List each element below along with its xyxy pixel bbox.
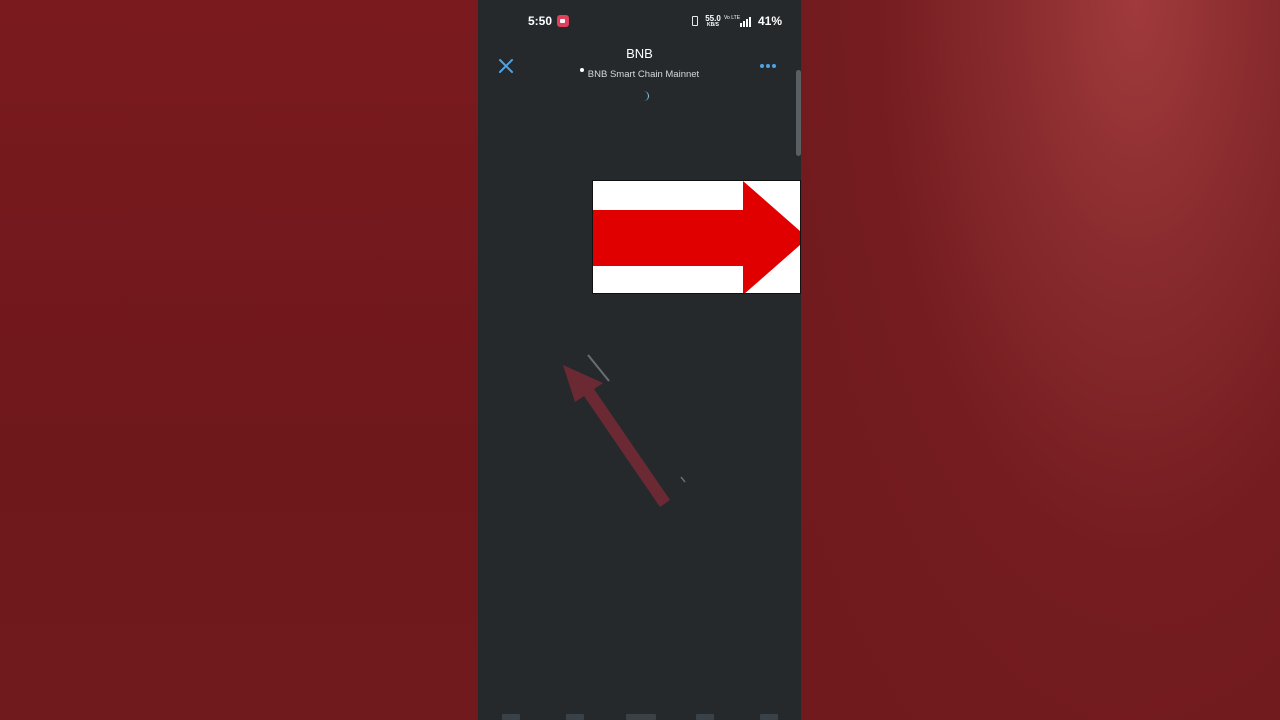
phone-screen: 5:50 55.0 KB/S Vo LTE 41% BNB BNB Smart …	[478, 0, 801, 720]
scrollbar[interactable]	[796, 70, 801, 156]
page-title: BNB	[626, 46, 653, 61]
pointer-arrow-icon	[563, 354, 686, 507]
browser-header: BNB BNB Smart Chain Mainnet	[478, 42, 801, 92]
network-speed: 55.0 KB/S	[704, 15, 722, 29]
loading-spinner	[644, 91, 649, 101]
more-icon	[760, 64, 776, 68]
status-bar: 5:50 55.0 KB/S Vo LTE 41%	[478, 0, 801, 42]
signal-icon	[740, 15, 754, 27]
volte-label: Vo LTE	[724, 15, 741, 21]
video-background-left	[0, 0, 478, 720]
status-time: 5:50	[528, 14, 553, 28]
vibrate-icon	[692, 16, 698, 26]
red-arrow-overlay	[592, 180, 801, 294]
video-background-right	[801, 0, 1280, 720]
network-status-dot	[579, 68, 584, 72]
network-indicator[interactable]: BNB Smart Chain Mainnet	[478, 68, 801, 80]
battery-percent: 41%	[758, 14, 783, 28]
right-arrow-icon	[593, 181, 800, 293]
more-options-button[interactable]	[758, 56, 778, 76]
network-speed-unit: KB/S	[707, 22, 719, 28]
bottom-navigation	[478, 712, 801, 720]
network-name: BNB Smart Chain Mainnet	[587, 69, 700, 80]
screen-record-icon	[557, 15, 569, 27]
